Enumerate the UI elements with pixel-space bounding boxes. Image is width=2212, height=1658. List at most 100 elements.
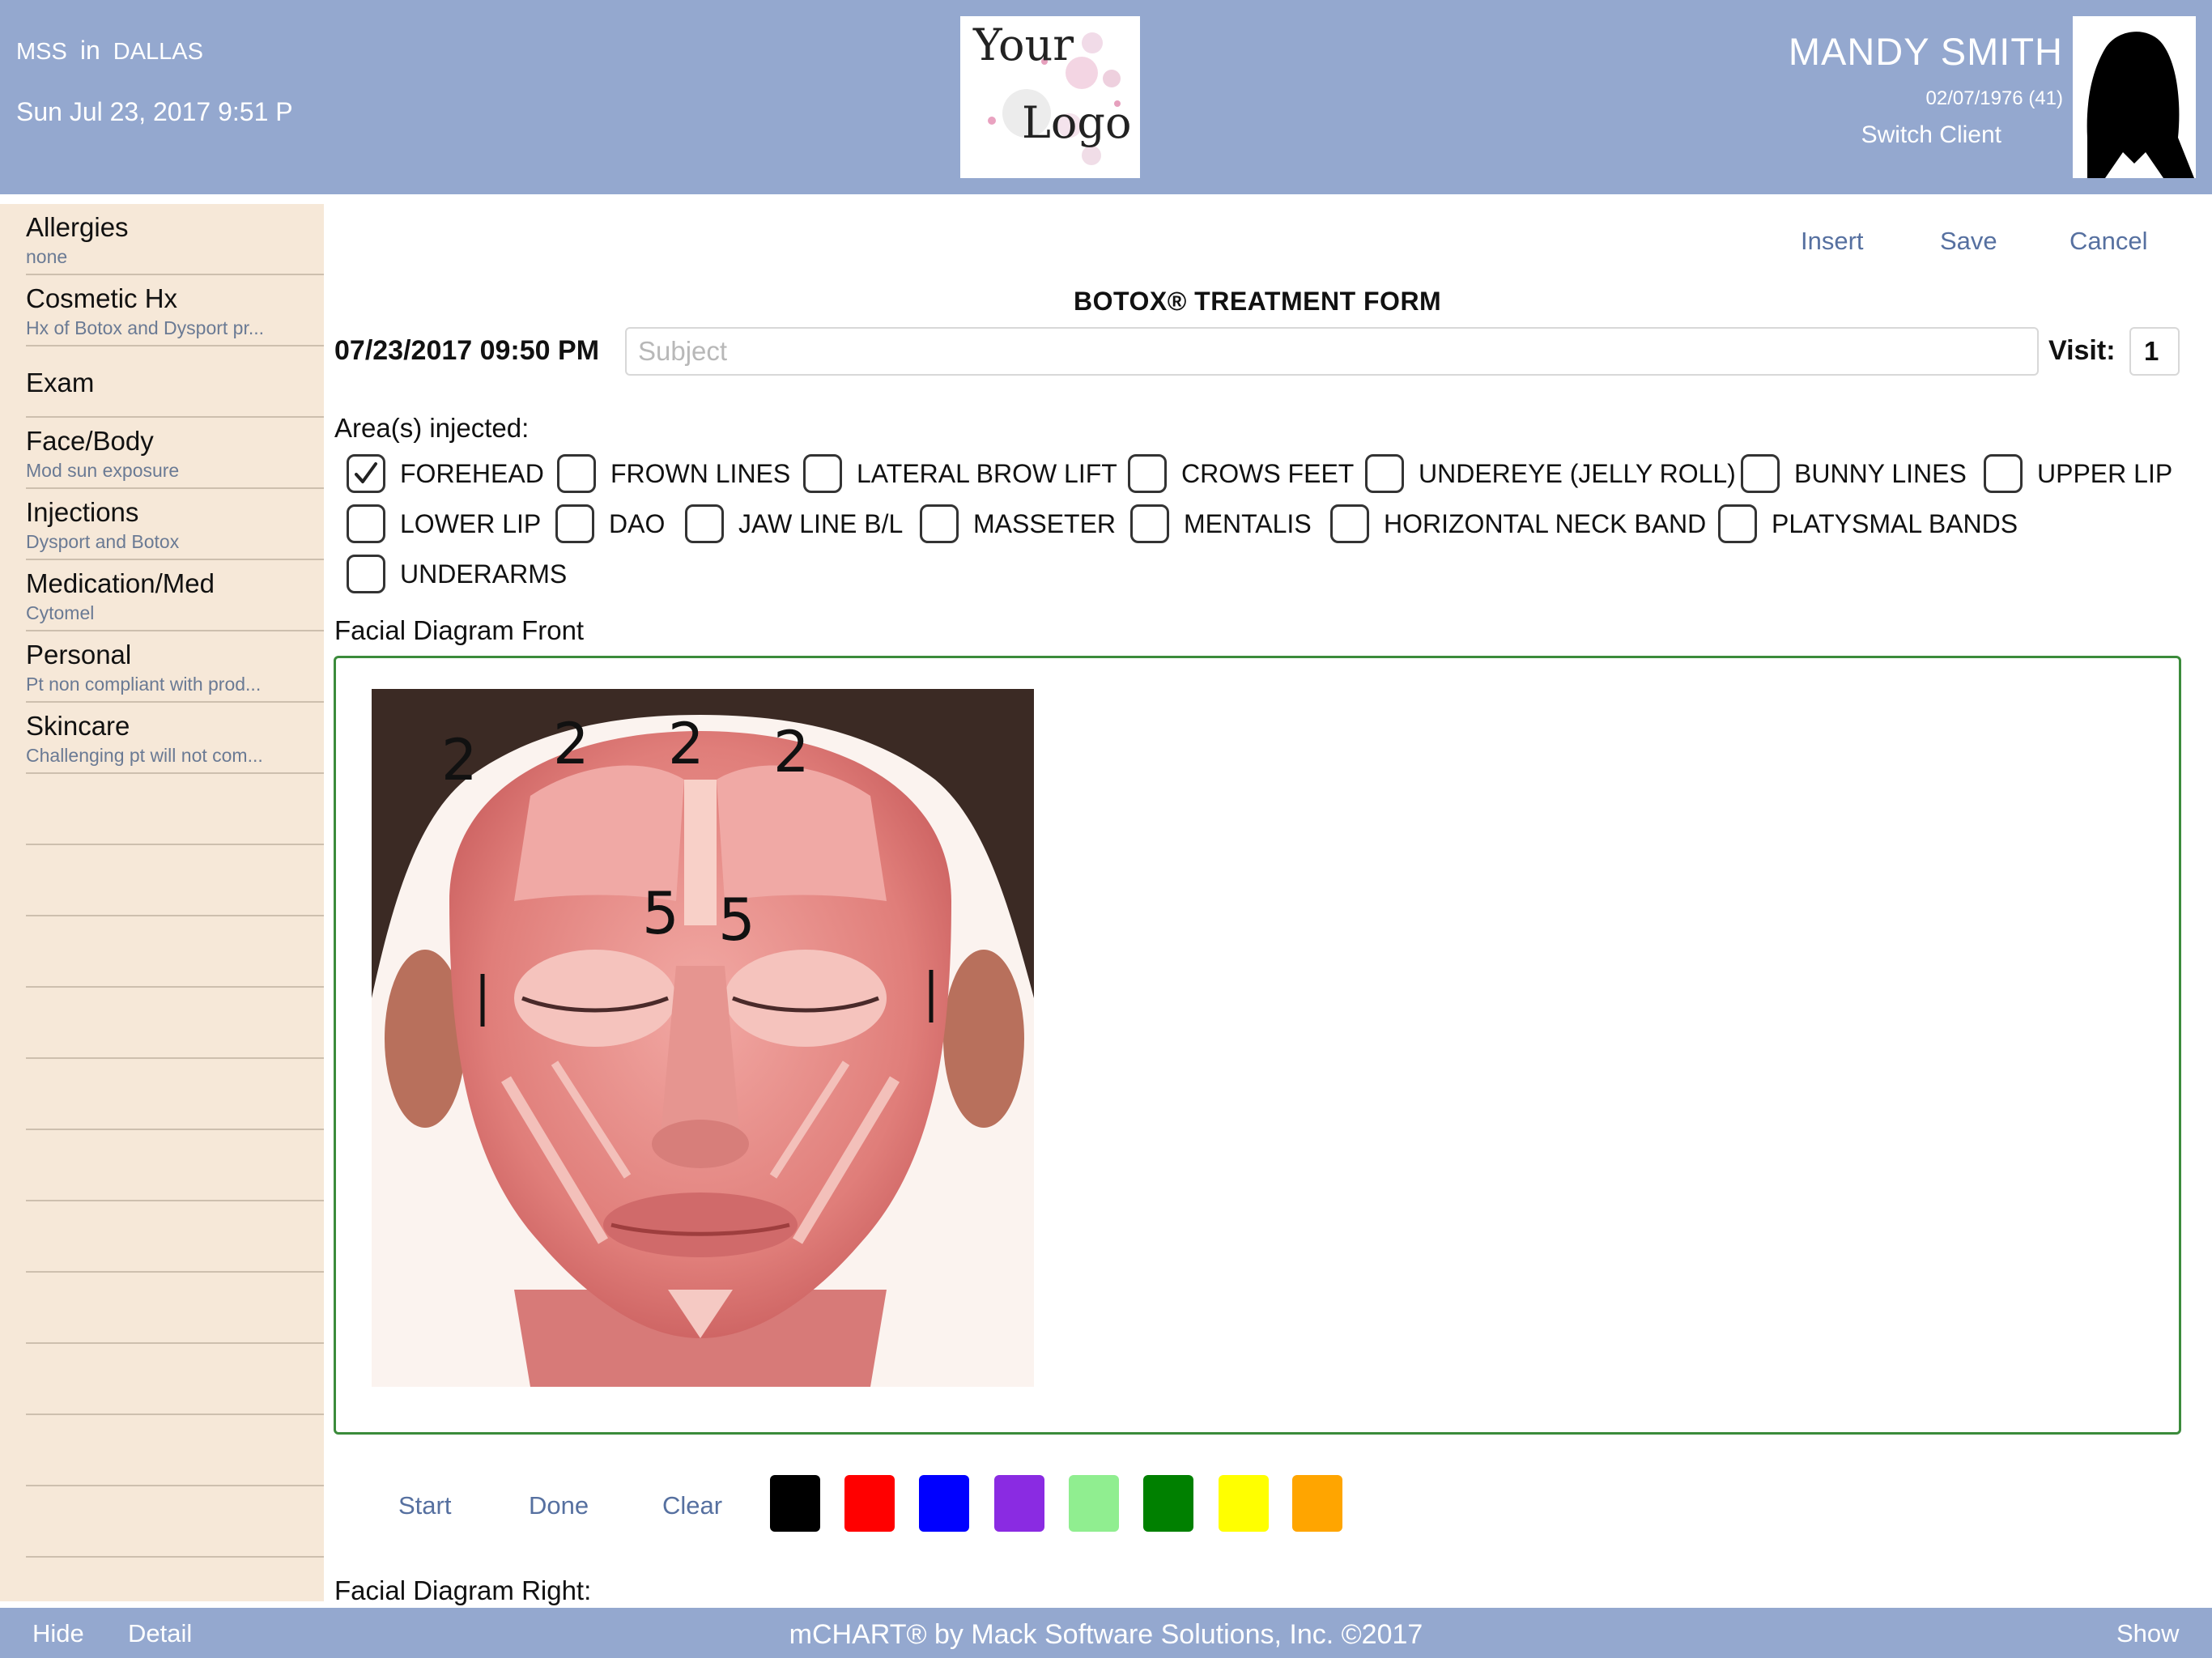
avatar-silhouette-icon xyxy=(2073,16,2196,178)
subject-input[interactable] xyxy=(625,327,2039,376)
checkbox-forehead[interactable]: FOREHEAD xyxy=(347,453,544,494)
sidebar-empty-row xyxy=(26,916,324,988)
done-drawing-button[interactable]: Done xyxy=(529,1491,589,1520)
facial-diagram-front-label: Facial Diagram Front xyxy=(334,615,585,645)
checkbox-box[interactable] xyxy=(557,454,596,493)
checkbox-mentalis[interactable]: MENTALIS xyxy=(1130,504,1312,544)
current-datetime: Sun Jul 23, 2017 9:51 P xyxy=(16,97,293,126)
sidebar-item-face-body[interactable]: Face/Body Mod sun exposure xyxy=(26,418,324,489)
sidebar-empty-row xyxy=(26,1344,324,1415)
sidebar-item-injections[interactable]: Injections Dysport and Botox xyxy=(26,489,324,560)
sidebar-item-title: Skincare xyxy=(26,711,130,741)
logo-text-your: Your xyxy=(973,19,1074,70)
client-name: MANDY SMITH xyxy=(1788,30,2063,73)
checkbox-box[interactable] xyxy=(347,555,385,593)
color-swatch-purple[interactable] xyxy=(994,1475,1044,1532)
checkbox-crows-feet[interactable]: CROWS FEET xyxy=(1128,453,1354,494)
sidebar-item-medication[interactable]: Medication/Med Cytomel xyxy=(26,560,324,631)
checkbox-label: DAO xyxy=(609,508,666,538)
checkbox-box[interactable] xyxy=(1130,504,1169,543)
facial-diagram-canvas[interactable]: 2 2 2 2 5 5 xyxy=(334,656,2181,1435)
logo-text-logo: Logo xyxy=(1022,97,1132,148)
visit-input[interactable] xyxy=(2129,327,2180,376)
visit-label: Visit: xyxy=(2048,335,2116,366)
form-title: BOTOX® TREATMENT FORM xyxy=(1074,287,1442,316)
client-dob: 02/07/1976 (41) xyxy=(1925,87,2063,109)
checkbox-underarms[interactable]: UNDERARMS xyxy=(347,554,567,594)
logo: Your Logo xyxy=(960,16,1140,178)
clear-drawing-button[interactable]: Clear xyxy=(662,1491,722,1520)
checkbox-box[interactable] xyxy=(1984,454,2023,493)
show-button[interactable]: Show xyxy=(2116,1619,2180,1648)
checkbox-lower-lip[interactable]: LOWER LIP xyxy=(347,504,541,544)
checkbox-masseter[interactable]: MASSETER xyxy=(920,504,1116,544)
checkbox-label: JAW LINE B/L xyxy=(738,508,904,538)
checkbox-box[interactable] xyxy=(1330,504,1369,543)
checkbox-box[interactable] xyxy=(347,454,385,493)
copyright-text: mCHART® by Mack Software Solutions, Inc.… xyxy=(789,1619,1423,1650)
hide-button[interactable]: Hide xyxy=(32,1619,84,1648)
checkbox-label: MASSETER xyxy=(973,508,1117,538)
checkbox-box[interactable] xyxy=(555,504,594,543)
checkbox-label: HORIZONTAL NECK BAND xyxy=(1384,508,1707,538)
checkbox-frown-lines[interactable]: FROWN LINES xyxy=(557,453,790,494)
checkbox-label: CROWS FEET xyxy=(1181,458,1355,488)
checkbox-label: FROWN LINES xyxy=(610,458,791,488)
sidebar-item-exam[interactable]: Exam xyxy=(26,346,324,418)
color-swatch-orange[interactable] xyxy=(1292,1475,1342,1532)
footer-bar: mCHART® by Mack Software Solutions, Inc.… xyxy=(0,1608,2212,1658)
checkbox-box[interactable] xyxy=(1365,454,1404,493)
checkbox-box[interactable] xyxy=(347,504,385,543)
form-datetime: 07/23/2017 09:50 PM xyxy=(334,335,600,366)
color-swatch-black[interactable] xyxy=(770,1475,820,1532)
checkbox-box[interactable] xyxy=(685,504,724,543)
diagram-mark: 2 xyxy=(553,711,589,777)
sidebar-item-subtitle: Pt non compliant with prod... xyxy=(26,674,262,695)
switch-client-link[interactable]: Switch Client xyxy=(1861,121,2001,149)
sidebar-empty-row xyxy=(26,1201,324,1273)
checkbox-dao[interactable]: DAO xyxy=(555,504,665,544)
areas-injected-label: Area(s) injected: xyxy=(334,413,530,443)
sidebar-item-skincare[interactable]: Skincare Challenging pt will not com... xyxy=(26,703,324,774)
checkbox-upper-lip[interactable]: UPPER LIP xyxy=(1984,453,2172,494)
checkbox-label: LOWER LIP xyxy=(400,508,542,538)
color-swatch-green[interactable] xyxy=(1143,1475,1193,1532)
sidebar-item-title: Medication/Med xyxy=(26,568,215,598)
start-drawing-button[interactable]: Start xyxy=(398,1491,451,1520)
cancel-button[interactable]: Cancel xyxy=(2069,227,2148,256)
sidebar-item-subtitle: Cytomel xyxy=(26,602,95,623)
sidebar-item-subtitle: Hx of Botox and Dysport pr... xyxy=(26,317,265,338)
checkbox-platysmal-bands[interactable]: PLATYSMAL BANDS xyxy=(1718,504,2018,544)
sidebar-item-allergies[interactable]: Allergies none xyxy=(26,204,324,275)
sidebar-empty-row xyxy=(26,845,324,916)
color-swatch-red[interactable] xyxy=(844,1475,895,1532)
checkbox-box[interactable] xyxy=(803,454,842,493)
color-swatch-blue[interactable] xyxy=(919,1475,969,1532)
checkbox-box[interactable] xyxy=(1741,454,1780,493)
checkbox-label: LATERAL BROW LIFT xyxy=(857,458,1117,488)
checkbox-box[interactable] xyxy=(1128,454,1167,493)
sidebar-empty-row xyxy=(26,988,324,1059)
color-swatch-yellow[interactable] xyxy=(1219,1475,1269,1532)
checkbox-bunny-lines[interactable]: BUNNY LINES xyxy=(1741,453,1967,494)
checkbox-label: UPPER LIP xyxy=(2037,458,2173,488)
insert-button[interactable]: Insert xyxy=(1801,227,1864,256)
location-name: DALLAS xyxy=(113,39,203,65)
checkbox-box[interactable] xyxy=(1718,504,1757,543)
sidebar-item-title: Face/Body xyxy=(26,426,154,456)
sidebar-item-subtitle: Challenging pt will not com... xyxy=(26,745,263,766)
client-avatar[interactable] xyxy=(2073,16,2196,178)
checkbox-label: UNDEREYE (JELLY ROLL) xyxy=(1419,458,1736,488)
sidebar-item-personal[interactable]: Personal Pt non compliant with prod... xyxy=(26,631,324,703)
checkbox-lateral-brow-lift[interactable]: LATERAL BROW LIFT xyxy=(803,453,1117,494)
checkbox-undereye[interactable]: UNDEREYE (JELLY ROLL) xyxy=(1365,453,1736,494)
sidebar-item-cosmetic-hx[interactable]: Cosmetic Hx Hx of Botox and Dysport pr..… xyxy=(26,275,324,346)
user-location: MSS in DALLAS xyxy=(16,36,203,66)
checkbox-jaw-line[interactable]: JAW LINE B/L xyxy=(685,504,903,544)
checkbox-box[interactable] xyxy=(920,504,959,543)
diagram-mark: 5 xyxy=(642,879,679,947)
checkbox-horizontal-neck-band[interactable]: HORIZONTAL NECK BAND xyxy=(1330,504,1706,544)
save-button[interactable]: Save xyxy=(1940,227,1997,256)
color-swatch-light-green[interactable] xyxy=(1069,1475,1119,1532)
detail-button[interactable]: Detail xyxy=(128,1619,192,1648)
